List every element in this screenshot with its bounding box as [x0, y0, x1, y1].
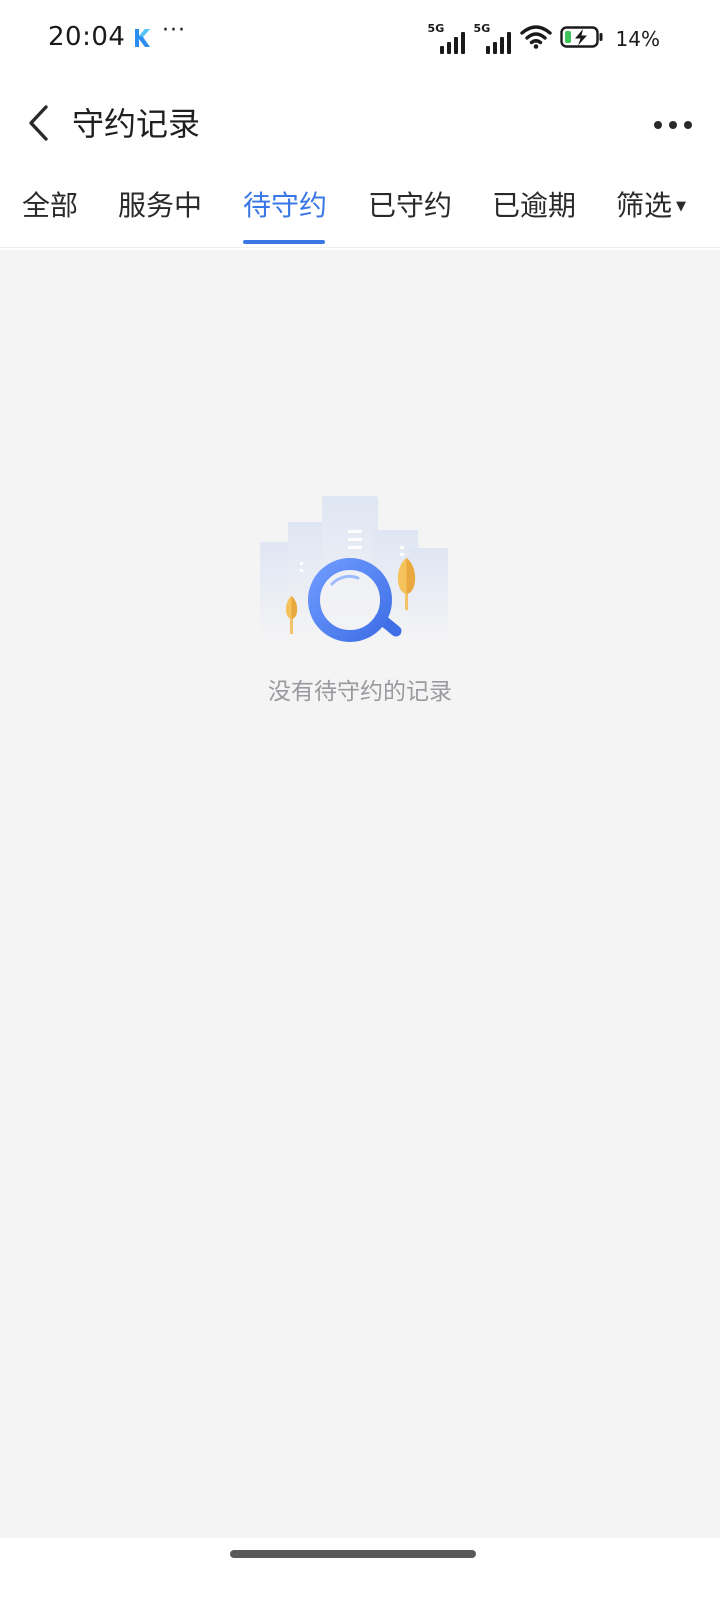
more-dot — [684, 121, 692, 129]
active-tab-indicator — [243, 240, 325, 244]
wifi-icon — [519, 25, 552, 53]
more-dot — [669, 121, 677, 129]
cellular-signal-icon: 5G — [474, 22, 512, 54]
status-time: 20:04 — [48, 22, 126, 52]
tab-label: 筛选 — [616, 189, 673, 222]
home-indicator[interactable] — [230, 1550, 476, 1558]
tab-label: 服务中 — [118, 189, 203, 222]
tab-label: 已逾期 — [492, 189, 577, 222]
title-bar: 守约记录 — [0, 80, 720, 170]
tab-in-service[interactable]: 服务中 — [118, 186, 202, 226]
status-icons: 5G 5G 14% — [428, 22, 660, 56]
tab-filter[interactable]: 筛选 ▼ — [616, 186, 686, 227]
empty-state-message: 没有待守约的记录 — [268, 679, 452, 705]
tab-kept[interactable]: 已守约 — [368, 186, 452, 226]
back-button[interactable] — [16, 102, 60, 148]
back-arrow-icon — [26, 104, 50, 146]
empty-search-illustration — [258, 490, 450, 650]
more-options-button[interactable] — [648, 104, 698, 146]
k-app-icon — [132, 26, 152, 50]
tab-all[interactable]: 全部 — [22, 186, 78, 226]
tab-pending[interactable]: 待守约 — [243, 186, 327, 226]
battery-charging-icon — [559, 25, 604, 53]
tab-label: 待守约 — [243, 189, 328, 222]
status-more-dots: ··· — [162, 18, 186, 43]
caret-down-icon: ▼ — [676, 199, 687, 214]
filter-tabs: 全部 服务中 待守约 已守约 已逾期 筛选 ▼ — [0, 170, 720, 248]
tab-label: 已守约 — [368, 189, 453, 222]
empty-state: 没有待守约的记录 — [0, 490, 720, 720]
tab-label: 全部 — [22, 189, 79, 222]
tab-overdue[interactable]: 已逾期 — [492, 186, 576, 226]
cellular-signal-icon: 5G — [428, 22, 466, 54]
status-bar: 20:04 ··· 5G 5G 14% — [0, 0, 720, 80]
battery-percent: 14% — [615, 27, 660, 51]
page-title: 守约记录 — [72, 105, 201, 143]
more-dots-icon — [654, 121, 662, 129]
gesture-bar — [0, 1538, 720, 1600]
